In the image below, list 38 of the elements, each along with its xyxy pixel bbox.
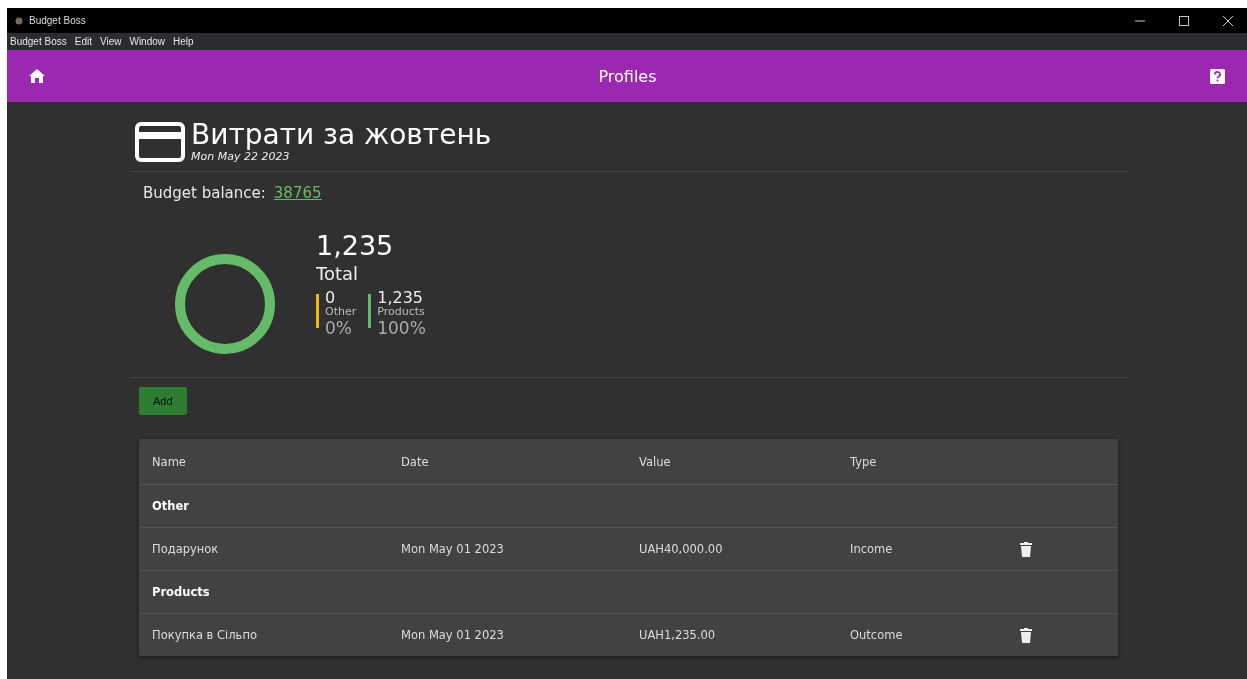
table-cell-text: Покупка в Сільпо: [152, 628, 258, 642]
budget-title: Витрати за жовтень: [191, 120, 492, 150]
column-header: Type: [850, 454, 878, 469]
table-cell-text: Подарунок: [152, 542, 220, 556]
credit-card-icon: [135, 121, 185, 162]
group-header: Other: [152, 499, 190, 513]
home-icon[interactable]: [29, 69, 45, 83]
legend-value: 0: [325, 290, 337, 306]
legend-percent: 100%: [377, 318, 426, 338]
balance-link[interactable]: 38765: [273, 184, 322, 202]
table-cell-text: Outcome: [850, 628, 904, 642]
total-value: 1,235: [316, 229, 395, 263]
menu-item[interactable]: Help: [173, 36, 194, 47]
table-cell-text: Mon May 01 2023: [401, 628, 505, 642]
balance-label: Budget balance:: [143, 184, 266, 202]
legend-percent: 0%: [325, 318, 353, 338]
table-cell-text: Mon May 01 2023: [401, 542, 505, 556]
page-title: Profiles: [598, 66, 657, 86]
legend-label: Products: [377, 306, 426, 318]
menu-item[interactable]: Edit: [74, 36, 92, 47]
column-header: Name: [152, 454, 187, 469]
app-icon: [15, 16, 23, 25]
table-cell-text: Income: [850, 542, 894, 556]
group-header: Products: [152, 585, 211, 599]
legend-value: 1,235: [377, 290, 425, 306]
table-cell-text: UAH1,235.00: [639, 628, 717, 642]
add-button[interactable]: Add: [139, 387, 187, 415]
table-cell-text: UAH40,000.00: [639, 542, 724, 556]
menu-item[interactable]: View: [99, 36, 122, 47]
budget-date: Mon May 22 2023: [191, 150, 291, 163]
column-header: Value: [639, 454, 672, 469]
help-icon[interactable]: [1210, 68, 1225, 84]
menu-item[interactable]: Budget Boss: [10, 36, 67, 47]
total-label: Total: [316, 263, 360, 284]
menu-item[interactable]: Window: [129, 36, 166, 47]
column-header: Date: [401, 454, 430, 469]
window-title: Budget Boss: [29, 15, 87, 26]
legend-label: Other: [325, 306, 357, 318]
